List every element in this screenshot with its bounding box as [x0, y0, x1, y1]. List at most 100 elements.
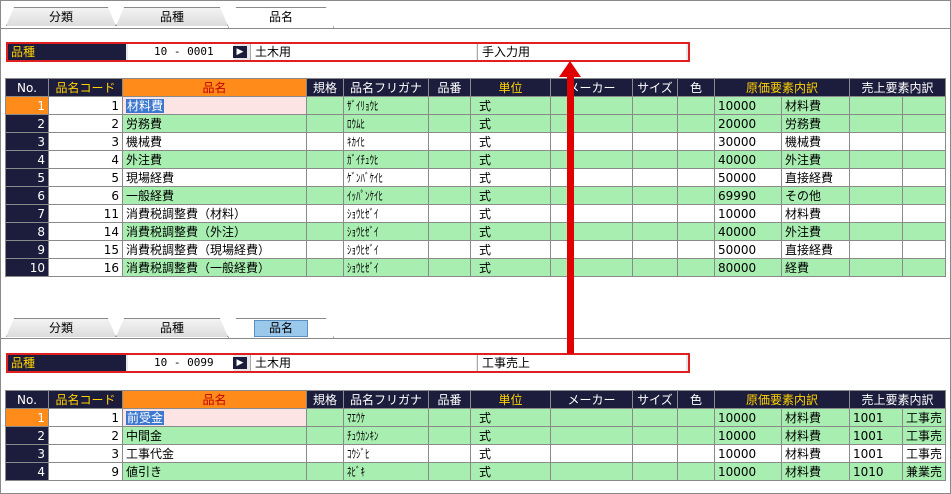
spec-cell[interactable] [306, 240, 344, 259]
sales-code-cell[interactable] [849, 168, 904, 187]
item-code-cell[interactable]: 3 [48, 444, 123, 463]
color-cell[interactable] [677, 168, 715, 187]
table-row[interactable]: 4 4 外注費 ｶﾞｲﾁｭｳﾋ 式 40000 外注費 [5, 150, 947, 169]
kana-cell[interactable]: ｷｶｲﾋ [343, 132, 429, 151]
cost-name-cell[interactable]: 労務費 [780, 114, 851, 133]
sales-name-cell[interactable] [902, 186, 947, 205]
maker-cell[interactable] [550, 132, 633, 151]
color-cell[interactable] [677, 222, 715, 241]
col-kana[interactable]: 品名フリガナ [343, 390, 429, 409]
sales-code-cell[interactable]: 1001 [849, 408, 904, 427]
cost-code-cell[interactable]: 20000 [714, 114, 782, 133]
sales-code-cell[interactable] [849, 150, 904, 169]
cost-name-cell[interactable]: 材料費 [780, 462, 851, 481]
item-name-cell[interactable]: 消費税調整費（現場経費） [122, 240, 307, 259]
maker-cell[interactable] [550, 408, 633, 427]
kana-cell[interactable]: ｼｮｳﾋｾﾞｲ [343, 240, 429, 259]
sales-code-cell[interactable] [849, 114, 904, 133]
sales-name-cell[interactable] [902, 204, 947, 223]
color-cell[interactable] [677, 258, 715, 277]
part-no-cell[interactable] [428, 258, 471, 277]
color-cell[interactable] [677, 186, 715, 205]
cost-name-cell[interactable]: 機械費 [780, 132, 851, 151]
row-number[interactable]: 4 [5, 462, 49, 481]
col-part-no[interactable]: 品番 [428, 390, 471, 409]
sales-name-cell[interactable] [902, 168, 947, 187]
maker-cell[interactable] [550, 114, 633, 133]
sales-name-cell[interactable] [902, 114, 947, 133]
part-no-cell[interactable] [428, 426, 471, 445]
maker-cell[interactable] [550, 462, 633, 481]
color-cell[interactable] [677, 150, 715, 169]
size-cell[interactable] [632, 150, 678, 169]
spec-cell[interactable] [306, 150, 344, 169]
cost-code-cell[interactable]: 10000 [714, 462, 782, 481]
cost-name-cell[interactable]: 材料費 [780, 426, 851, 445]
col-unit[interactable]: 単位 [470, 78, 551, 97]
col-item-code[interactable]: 品名コード [48, 78, 123, 97]
part-no-cell[interactable] [428, 408, 471, 427]
cost-name-cell[interactable]: 材料費 [780, 444, 851, 463]
sales-name-cell[interactable] [902, 258, 947, 277]
color-cell[interactable] [677, 240, 715, 259]
col-cost-breakdown[interactable]: 原価要素内訳 [713, 78, 851, 97]
arrow-right-icon[interactable]: ▶ [233, 46, 247, 58]
item-code-cell[interactable]: 2 [48, 426, 123, 445]
spec-cell[interactable] [306, 114, 344, 133]
col-spec[interactable]: 規格 [306, 390, 344, 409]
col-unit[interactable]: 単位 [470, 390, 551, 409]
row-number[interactable]: 7 [5, 204, 49, 223]
row-number[interactable]: 3 [5, 444, 49, 463]
col-sales-breakdown[interactable]: 売上要素内訳 [849, 390, 947, 409]
col-sales-breakdown[interactable]: 売上要素内訳 [849, 78, 947, 97]
unit-cell[interactable]: 式 [470, 96, 551, 115]
spec-cell[interactable] [306, 462, 344, 481]
size-cell[interactable] [632, 168, 678, 187]
col-maker[interactable]: メーカー [550, 78, 633, 97]
sales-name-cell[interactable] [902, 222, 947, 241]
maker-cell[interactable] [550, 258, 633, 277]
kana-cell[interactable]: ﾏｴｳｹ [343, 408, 429, 427]
table-row[interactable]: 5 5 現場経費 ｹﾞﾝﾊﾞｹｲﾋ 式 50000 直接経費 [5, 168, 947, 187]
row-number[interactable]: 2 [5, 114, 49, 133]
kana-cell[interactable]: ｼｮｳﾋｾﾞｲ [343, 258, 429, 277]
unit-cell[interactable]: 式 [470, 444, 551, 463]
table-row[interactable]: 1 1 前受金 ﾏｴｳｹ 式 10000 材料費 1001 工事売 [5, 408, 947, 427]
item-code-cell[interactable]: 16 [48, 258, 123, 277]
maker-cell[interactable] [550, 444, 633, 463]
col-color[interactable]: 色 [677, 78, 715, 97]
row-number[interactable]: 3 [5, 132, 49, 151]
part-no-cell[interactable] [428, 240, 471, 259]
item-code-cell[interactable]: 14 [48, 222, 123, 241]
tab-kind[interactable]: 品種 [116, 318, 228, 337]
cost-code-cell[interactable]: 50000 [714, 240, 782, 259]
spec-cell[interactable] [306, 444, 344, 463]
maker-cell[interactable] [550, 426, 633, 445]
kind-code-field[interactable]: 10 - 0001 [128, 44, 234, 60]
col-item-name[interactable]: 品名 [122, 390, 307, 409]
part-no-cell[interactable] [428, 222, 471, 241]
col-item-name[interactable]: 品名 [122, 78, 307, 97]
color-cell[interactable] [677, 462, 715, 481]
row-number[interactable]: 5 [5, 168, 49, 187]
size-cell[interactable] [632, 186, 678, 205]
item-name-cell[interactable]: 消費税調整費（一般経費） [122, 258, 307, 277]
row-number[interactable]: 1 [5, 408, 49, 427]
row-number[interactable]: 1 [5, 96, 49, 115]
part-no-cell[interactable] [428, 444, 471, 463]
cost-name-cell[interactable]: 直接経費 [780, 240, 851, 259]
unit-cell[interactable]: 式 [470, 114, 551, 133]
cost-code-cell[interactable]: 69990 [714, 186, 782, 205]
tab-item-name[interactable]: 品名 [228, 318, 334, 338]
cost-name-cell[interactable]: 材料費 [780, 96, 851, 115]
unit-cell[interactable]: 式 [470, 240, 551, 259]
part-no-cell[interactable] [428, 204, 471, 223]
sales-code-cell[interactable] [849, 222, 904, 241]
kana-cell[interactable]: ｶﾞｲﾁｭｳﾋ [343, 150, 429, 169]
kana-cell[interactable]: ｼｮｳﾋｾﾞｲ [343, 204, 429, 223]
size-cell[interactable] [632, 240, 678, 259]
item-name-cell[interactable]: 外注費 [122, 150, 307, 169]
color-cell[interactable] [677, 114, 715, 133]
cost-code-cell[interactable]: 10000 [714, 426, 782, 445]
col-no[interactable]: No. [5, 78, 49, 97]
